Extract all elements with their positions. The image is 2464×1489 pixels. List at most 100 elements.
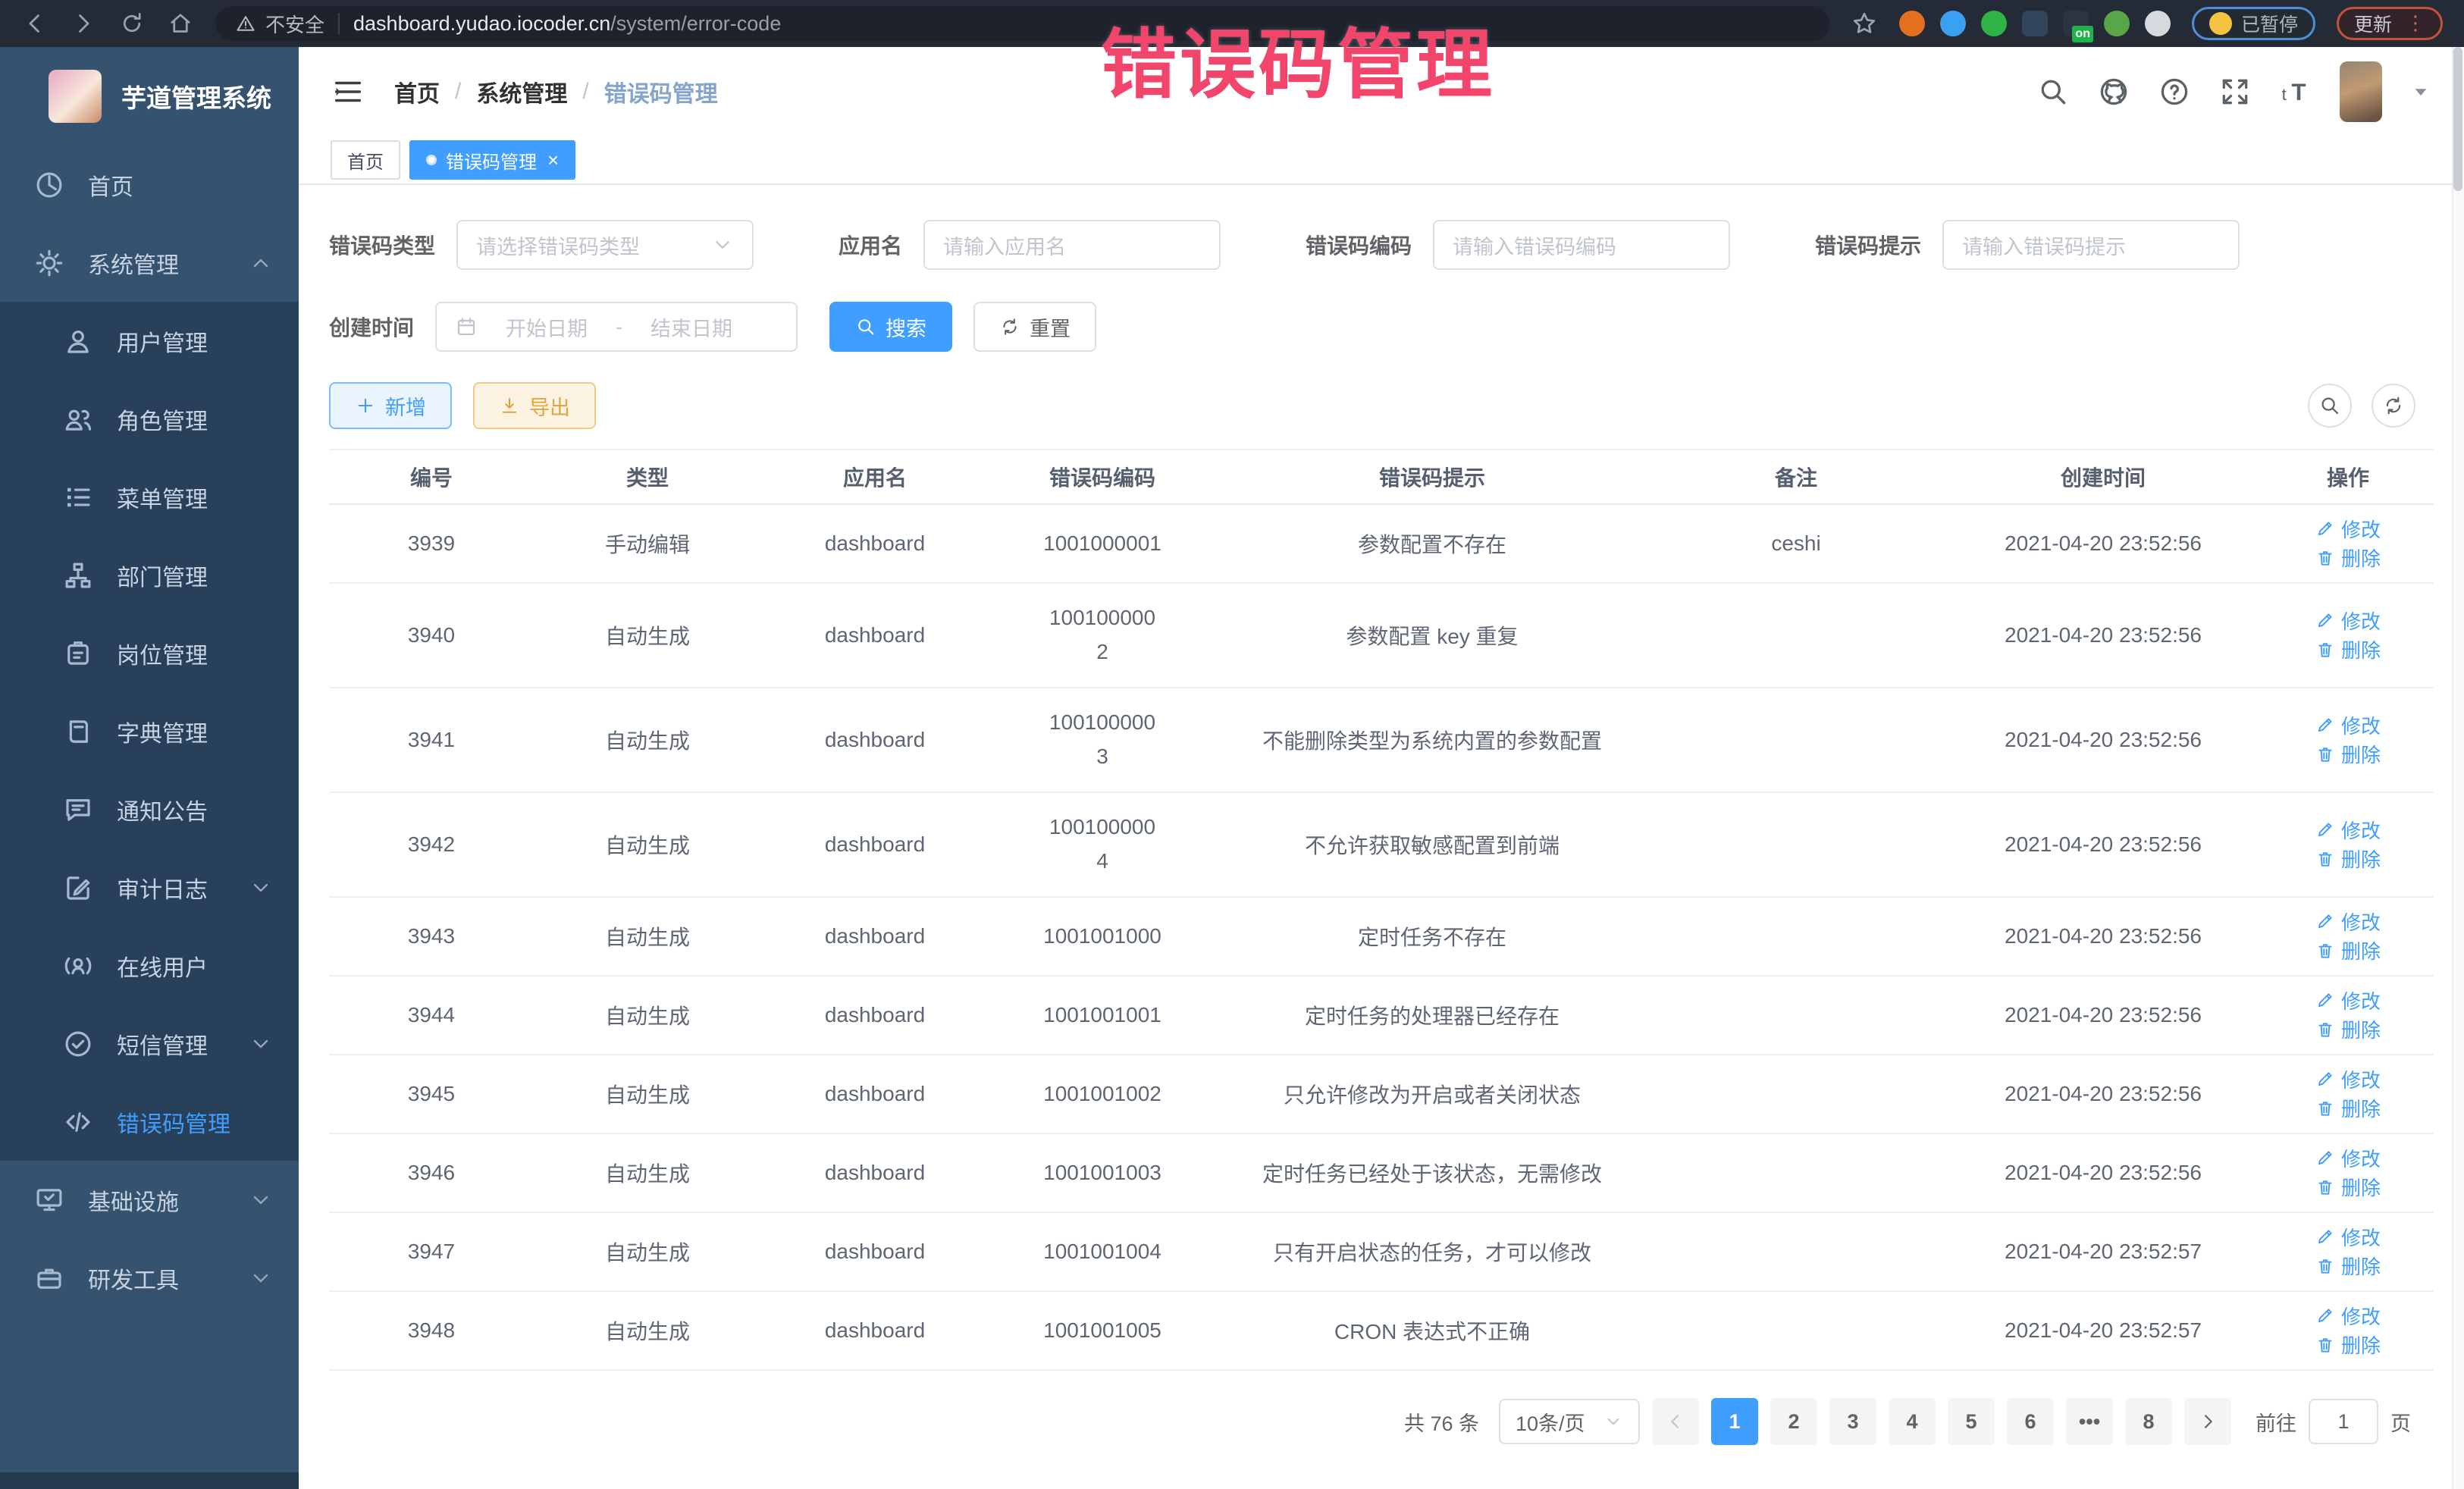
delete-link[interactable]: 删除 bbox=[2315, 740, 2381, 768]
sidebar-item-home[interactable]: 首页 bbox=[0, 146, 299, 224]
puzzle-extensions-icon[interactable] bbox=[2145, 11, 2171, 36]
add-button[interactable]: 新增 bbox=[329, 382, 452, 429]
hamburger-icon[interactable] bbox=[331, 74, 365, 109]
prev-page-button[interactable] bbox=[1652, 1398, 1699, 1445]
dark-grid-extension-icon[interactable] bbox=[2022, 11, 2048, 36]
edit-link[interactable]: 修改 bbox=[2315, 1065, 2381, 1093]
font-size-icon[interactable]: tT bbox=[2279, 75, 2312, 108]
delete-link[interactable]: 删除 bbox=[2315, 1173, 2381, 1201]
paused-extension-pill[interactable]: 已暂停 bbox=[2192, 7, 2315, 40]
security-status[interactable]: 不安全 bbox=[235, 10, 324, 38]
green-key-extension-icon[interactable] bbox=[2104, 11, 2130, 36]
sidebar-item-post[interactable]: 岗位管理 bbox=[0, 614, 299, 692]
type-select[interactable]: 请选择错误码类型 bbox=[456, 220, 754, 270]
home-icon[interactable] bbox=[167, 10, 194, 37]
sidebar-item-infra[interactable]: 基础设施 bbox=[0, 1161, 299, 1239]
reload-icon[interactable] bbox=[118, 10, 146, 37]
next-page-button[interactable] bbox=[2184, 1398, 2231, 1445]
edit-link[interactable]: 修改 bbox=[2315, 711, 2381, 739]
pen-square-icon bbox=[62, 872, 94, 904]
sidebar-item-dev-tools[interactable]: 研发工具 bbox=[0, 1239, 299, 1317]
export-button[interactable]: 导出 bbox=[473, 382, 596, 429]
page-button-6[interactable]: 6 bbox=[2007, 1398, 2054, 1445]
address-bar[interactable]: 不安全 dashboard.yudao.iocoder.cn/system/er… bbox=[215, 6, 1829, 41]
cell-app: dashboard bbox=[761, 832, 989, 857]
delete-link[interactable]: 删除 bbox=[2315, 1252, 2381, 1280]
forward-icon[interactable] bbox=[70, 10, 97, 37]
goto-page-input[interactable]: 1 bbox=[2309, 1399, 2378, 1444]
sidebar-item-online-user[interactable]: 在线用户 bbox=[0, 926, 299, 1005]
browser-update-button[interactable]: 更新 ⋮ bbox=[2337, 7, 2443, 40]
sidebar-item-dept[interactable]: 部门管理 bbox=[0, 536, 299, 614]
page-button-4[interactable]: 4 bbox=[1889, 1398, 1936, 1445]
scrollbar[interactable] bbox=[2452, 47, 2464, 1489]
delete-link[interactable]: 删除 bbox=[2315, 635, 2381, 663]
tab-error-code[interactable]: 错误码管理 × bbox=[409, 140, 575, 180]
caret-down-icon[interactable] bbox=[2409, 80, 2432, 103]
breadcrumb-home[interactable]: 首页 bbox=[394, 75, 440, 108]
header-actions: tT bbox=[2036, 61, 2432, 122]
refresh-table-button[interactable] bbox=[2372, 384, 2415, 428]
scrollbar-thumb[interactable] bbox=[2453, 47, 2462, 191]
orange-extension-icon[interactable] bbox=[1899, 11, 1925, 36]
page-button-2[interactable]: 2 bbox=[1770, 1398, 1817, 1445]
sidebar-item-sms[interactable]: 短信管理 bbox=[0, 1005, 299, 1083]
reset-button[interactable]: 重置 bbox=[973, 302, 1096, 352]
delete-link[interactable]: 删除 bbox=[2315, 936, 2381, 964]
search-button[interactable]: 搜索 bbox=[829, 302, 952, 352]
sidebar-item-role[interactable]: 角色管理 bbox=[0, 380, 299, 458]
browser-menu-icon[interactable]: ⋮ bbox=[2406, 17, 2425, 30]
chevron-down-icon bbox=[249, 1188, 273, 1212]
tab-home[interactable]: 首页 bbox=[331, 140, 400, 180]
delete-link[interactable]: 删除 bbox=[2315, 544, 2381, 572]
sidebar-item-user[interactable]: 用户管理 bbox=[0, 302, 299, 380]
edit-link[interactable]: 修改 bbox=[2315, 908, 2381, 936]
proxy-extension-icon[interactable]: on bbox=[2063, 11, 2089, 36]
table-header: 编号 类型 应用名 错误码编码 错误码提示 备注 创建时间 操作 bbox=[329, 450, 2434, 505]
breadcrumb-system[interactable]: 系统管理 bbox=[476, 75, 567, 108]
page-button-8[interactable]: 8 bbox=[2125, 1398, 2172, 1445]
page-size-select[interactable]: 10条/页 bbox=[1499, 1399, 1640, 1444]
user-avatar[interactable] bbox=[2340, 61, 2382, 122]
delete-icon bbox=[2315, 548, 2335, 568]
edit-link[interactable]: 修改 bbox=[2315, 1302, 2381, 1330]
edit-link[interactable]: 修改 bbox=[2315, 1223, 2381, 1251]
toggle-search-button[interactable] bbox=[2308, 384, 2352, 428]
cell-id: 3948 bbox=[329, 1318, 534, 1343]
search-icon[interactable] bbox=[2036, 75, 2070, 108]
bookmark-star-icon[interactable] bbox=[1851, 10, 1878, 37]
code-input[interactable]: 请输入错误码编码 bbox=[1433, 220, 1730, 270]
msg-input[interactable]: 请输入错误码提示 bbox=[1942, 220, 2240, 270]
sidebar-item-notice[interactable]: 通知公告 bbox=[0, 770, 299, 848]
app-logo[interactable]: 芋道管理系统 bbox=[0, 47, 299, 146]
edit-link[interactable]: 修改 bbox=[2315, 607, 2381, 635]
delete-link[interactable]: 删除 bbox=[2315, 1015, 2381, 1043]
edit-link[interactable]: 修改 bbox=[2315, 1144, 2381, 1172]
sidebar-item-error-code[interactable]: 错误码管理 bbox=[0, 1083, 299, 1161]
green-v-extension-icon[interactable] bbox=[1981, 11, 2007, 36]
sidebar-item-dict[interactable]: 字典管理 bbox=[0, 692, 299, 770]
cell-type: 自动生成 bbox=[534, 725, 761, 755]
sidebar-item-audit-log[interactable]: 审计日志 bbox=[0, 848, 299, 926]
app-input[interactable]: 请输入应用名 bbox=[923, 220, 1221, 270]
close-icon[interactable]: × bbox=[547, 150, 559, 170]
monitor-check-icon bbox=[33, 1184, 65, 1216]
edit-link[interactable]: 修改 bbox=[2315, 515, 2381, 543]
edit-link[interactable]: 修改 bbox=[2315, 986, 2381, 1014]
delete-link[interactable]: 删除 bbox=[2315, 1094, 2381, 1122]
back-icon[interactable] bbox=[21, 10, 49, 37]
blue-gem-extension-icon[interactable] bbox=[1940, 11, 1966, 36]
delete-link[interactable]: 删除 bbox=[2315, 1331, 2381, 1359]
help-icon[interactable] bbox=[2158, 75, 2191, 108]
page-button-3[interactable]: 3 bbox=[1829, 1398, 1876, 1445]
page-button-5[interactable]: 5 bbox=[1948, 1398, 1995, 1445]
pager-ellipsis[interactable]: ••• bbox=[2066, 1398, 2113, 1445]
sidebar-item-system[interactable]: 系统管理 bbox=[0, 224, 299, 302]
delete-link[interactable]: 删除 bbox=[2315, 845, 2381, 873]
github-icon[interactable] bbox=[2097, 75, 2130, 108]
page-button-1[interactable]: 1 bbox=[1711, 1398, 1758, 1445]
sidebar-item-menu[interactable]: 菜单管理 bbox=[0, 458, 299, 536]
edit-link[interactable]: 修改 bbox=[2315, 816, 2381, 844]
fullscreen-icon[interactable] bbox=[2218, 75, 2252, 108]
date-range-picker[interactable]: 开始日期 - 结束日期 bbox=[435, 302, 798, 352]
